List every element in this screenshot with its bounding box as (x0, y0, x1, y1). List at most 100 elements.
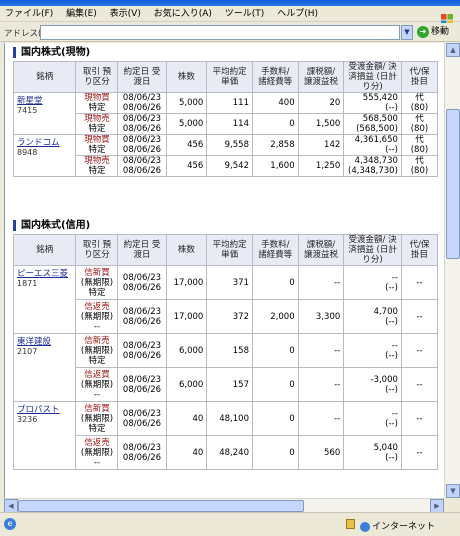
fee-cell-fee: 0 (289, 413, 295, 424)
quantity-cell: 40 (165, 401, 208, 436)
collateral-cell-pay2: (80) (410, 124, 429, 134)
stock-cell: ランドコム 8948 (12, 134, 77, 177)
account-cell-acct: (無期限) 特定 (80, 413, 114, 434)
collateral-cell: -- (400, 265, 439, 300)
chevron-down-icon[interactable]: ▼ (401, 25, 413, 40)
table-row: ピーエス三菱 1871 信新買 (無期限) 特定 08/06/23 08/06/26 17,… (12, 265, 439, 334)
tax-cell-tax: 3,300 (315, 311, 341, 322)
table-row: 現物売 特定 08/06/23 08/06/26 5,000 114 0 1,500 568,5… (14, 113, 439, 135)
menu-view[interactable]: 表示(V) (105, 6, 146, 22)
total-cell: 4,361,650 (--) (343, 134, 402, 156)
fee-cell-fee: 2,000 (270, 311, 295, 322)
quantity-cell: 456 (165, 134, 208, 156)
go-button[interactable]: ➜ 移動 (417, 25, 459, 40)
collateral-cell: 代 (80) (400, 113, 439, 135)
fee-cell: 0 (251, 265, 299, 300)
collateral-cell-pay2: (80) (410, 145, 429, 155)
stock-name-link[interactable]: ピーエス三菱 (17, 269, 72, 279)
account-cell-acct: 特定 (88, 145, 106, 155)
menu-edit[interactable]: 編集(E) (61, 6, 102, 22)
table-row: 新星堂 7415 現物買 特定 08/06/23 08/06/26 5,000 111 400 2… (12, 92, 439, 135)
date-cell: 08/06/23 08/06/26 (117, 134, 167, 156)
address-input[interactable] (40, 25, 400, 40)
account-cell-acct: (無期限) 特定 (80, 277, 114, 298)
vertical-scroll-thumb[interactable] (446, 109, 460, 259)
date-cell-d2: 08/06/26 (122, 384, 162, 395)
total-cell-total: -3,000 (370, 374, 398, 385)
th-quantity: 株数 (165, 61, 208, 93)
collateral-cell: -- (400, 333, 439, 368)
total-cell-total2: (--) (385, 282, 398, 293)
quantity-cell-qty: 40 (192, 413, 204, 424)
total-cell-total: 568,500 (362, 114, 398, 124)
th-avg-price: 平均約定 単価 (206, 234, 253, 266)
stock-code: 8948 (17, 148, 38, 157)
th-total: 受渡金額/ 決済損益 (日計り分) (343, 61, 402, 93)
th-tax: 課税額/ 譲渡益税 (297, 61, 345, 93)
section-title: 国内株式(信用) (13, 220, 90, 231)
table-row: 東洋建設 2107 信新売 (無期限) 特定 08/06/23 08/06/26 6,000… (12, 333, 439, 402)
avg-price-cell-avg: 114 (232, 119, 249, 129)
vertical-scrollbar[interactable]: ▲ ▼ (444, 43, 460, 498)
collateral-cell: -- (400, 299, 439, 334)
scroll-right-icon[interactable]: ▶ (430, 499, 444, 513)
quantity-cell: 17,000 (165, 265, 208, 300)
total-cell-total2: (--) (385, 103, 398, 113)
stock-name-link[interactable]: 新星堂 (17, 96, 72, 106)
tax-cell-tax: 1,500 (315, 119, 341, 129)
quantity-cell: 5,000 (165, 92, 208, 114)
date-cell-d1: 08/06/23 (122, 93, 162, 103)
avg-price-cell: 158 (206, 333, 253, 368)
total-cell-total2: (4,348,730) (348, 166, 398, 176)
date-cell-d1: 08/06/23 (122, 340, 162, 351)
collateral-cell: 代 (80) (400, 92, 439, 114)
total-cell: 4,700 (--) (343, 299, 402, 334)
menu-file[interactable]: ファイル(F) (0, 6, 58, 22)
fee-cell-fee: 2,858 (270, 140, 295, 150)
avg-price-cell-avg: 372 (232, 311, 249, 322)
scroll-up-icon[interactable]: ▲ (446, 43, 460, 57)
account-cell-type: 現物売 (84, 114, 110, 124)
quantity-cell-qty: 6,000 (179, 345, 204, 356)
tax-cell: 1,250 (297, 155, 345, 177)
collateral-cell-pay: -- (416, 447, 423, 458)
total-cell-total2: (--) (385, 452, 398, 463)
account-cell-acct: (無期限) -- (80, 447, 114, 468)
avg-price-cell: 9,542 (206, 155, 253, 177)
scroll-down-icon[interactable]: ▼ (446, 484, 460, 498)
horizontal-scrollbar[interactable]: ◀ ▶ (4, 498, 444, 513)
tax-cell: 3,300 (297, 299, 345, 334)
total-cell-total2: (--) (385, 384, 398, 395)
tax-cell-tax: -- (334, 277, 341, 288)
scroll-left-icon[interactable]: ◀ (4, 499, 18, 513)
date-cell-d2: 08/06/26 (122, 124, 162, 134)
table-row: プロパスト 3236 信新買 (無期限) 特定 08/06/23 08/06/26 40 48… (12, 401, 439, 470)
stock-cell: プロパスト 3236 (12, 401, 77, 470)
account-cell-type: 信新買 (84, 267, 110, 278)
menu-favorites[interactable]: お気に入り(A) (149, 6, 217, 22)
collateral-cell: -- (400, 435, 439, 470)
th-fee: 手数料/ 諸経費等 (251, 234, 299, 266)
table-row: ランドコム 8948 現物買 特定 08/06/23 08/06/26 456 9,558 2,… (12, 134, 439, 177)
collateral-cell: 代 (80) (400, 134, 439, 156)
th-avg-price: 平均約定 単価 (206, 61, 253, 93)
fee-cell: 2,000 (251, 299, 299, 334)
avg-price-cell: 111 (206, 92, 253, 114)
fee-cell: 400 (251, 92, 299, 114)
tax-cell: -- (297, 367, 345, 402)
date-cell: 08/06/23 08/06/26 (117, 92, 167, 114)
avg-price-cell-avg: 48,240 (219, 447, 249, 458)
lock-icon (346, 519, 355, 529)
fee-cell: 1,600 (251, 155, 299, 177)
total-cell-total2: (--) (385, 418, 398, 429)
horizontal-scroll-thumb[interactable] (18, 500, 304, 512)
tax-cell: -- (297, 401, 345, 436)
menu-tools[interactable]: ツール(T) (220, 6, 270, 22)
stock-name-link[interactable]: 東洋建設 (17, 337, 72, 347)
total-cell: 555,420 (--) (343, 92, 402, 114)
globe-icon (360, 521, 370, 532)
stock-name-link[interactable]: プロパスト (17, 405, 72, 415)
collateral-cell: -- (400, 367, 439, 402)
menu-help[interactable]: ヘルプ(H) (272, 6, 323, 22)
stock-name-link[interactable]: ランドコム (17, 138, 72, 148)
